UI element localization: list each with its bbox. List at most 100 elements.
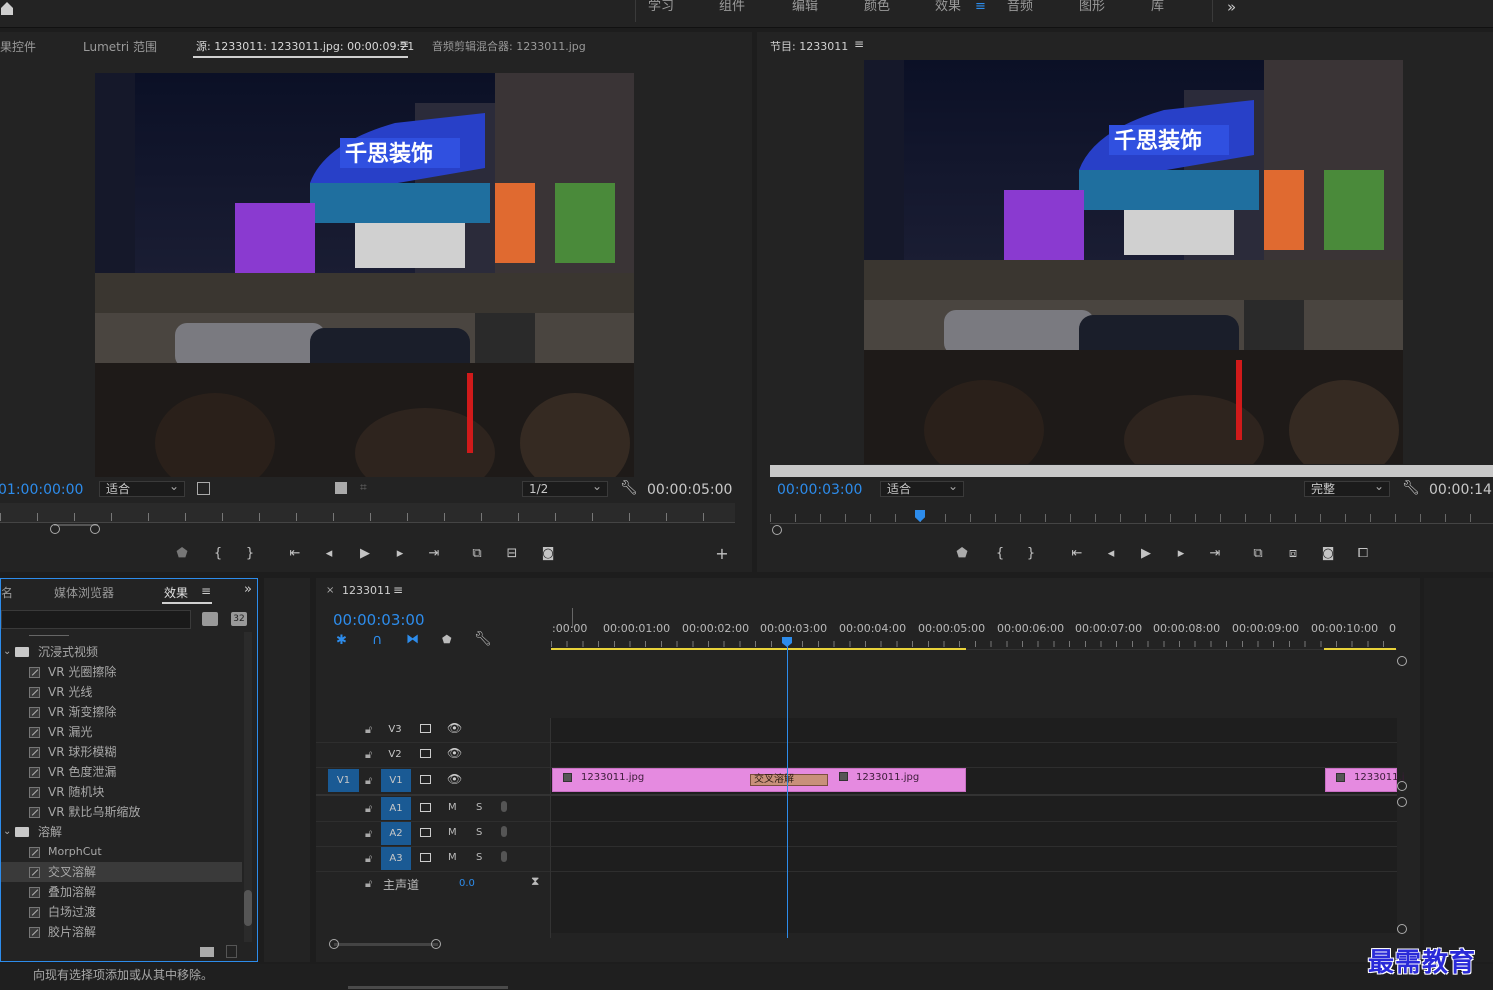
effects-search-input[interactable] [1, 610, 191, 629]
track-v3-sync-icon[interactable] [420, 724, 431, 733]
effect-item[interactable]: VR 光圈擦除 [1, 662, 242, 682]
tab-audio-clip-mixer[interactable]: 音频剪辑混合器: 1233011.jpg [432, 38, 586, 54]
track-head-a1[interactable]: A1 [381, 797, 411, 820]
track-v2-sync-icon[interactable] [420, 749, 431, 758]
timeline-hscroll-handle-right[interactable] [431, 939, 441, 949]
track-a2-solo[interactable]: S [476, 827, 482, 838]
workspace-graphics[interactable]: 图形 [1079, 0, 1105, 14]
mark-out-icon[interactable]: } [241, 546, 259, 562]
effects-scrollbar-thumb[interactable] [244, 890, 252, 926]
tab-project-name[interactable]: 名 [1, 584, 13, 601]
source-zoom-handle-right[interactable] [90, 524, 100, 534]
track-a3-mic-icon[interactable] [501, 851, 507, 862]
program-mark-out-icon[interactable]: } [1022, 546, 1040, 562]
workspace-libraries[interactable]: 库 [1151, 0, 1164, 14]
program-add-marker-icon[interactable]: ⬟ [953, 546, 971, 562]
clip-v1-3[interactable]: 1233011.j [1325, 768, 1405, 792]
effect-item[interactable]: 叠加溶解 [1, 882, 242, 902]
tab-source[interactable]: 源: 1233011: 1233011.jpg: 00:00:09:21 [196, 38, 414, 54]
sequence-tab[interactable]: 1233011 [342, 584, 391, 597]
step-back-icon[interactable]: ◂ [320, 546, 338, 562]
snap-icon[interactable]: ∩ [372, 632, 382, 648]
tab-source-menu-icon[interactable]: ≡ [399, 37, 409, 51]
accelerated-effects-icon[interactable] [202, 612, 218, 626]
play-icon[interactable]: ▶ [356, 546, 374, 562]
effect-item[interactable]: VR 漏光 [1, 722, 242, 742]
track-head-a2-lock-icon[interactable]: 🔓︎ [365, 827, 372, 841]
workspace-editing[interactable]: 编辑 [792, 0, 818, 14]
source-zoom-handle-left[interactable] [50, 524, 60, 534]
tab-effects[interactable]: 效果 [164, 584, 188, 601]
effect-item-selected[interactable]: 交叉溶解 [1, 862, 242, 882]
tab-lumetri-scopes[interactable]: Lumetri 范围 [83, 38, 157, 55]
effects-folder-dissolve[interactable]: ⌄ 溶解 [1, 822, 242, 842]
track-v1-sync-icon[interactable] [420, 775, 431, 784]
go-to-edit-icon[interactable]: ⧗ [531, 874, 539, 889]
sequence-menu-icon[interactable]: ≡ [393, 583, 403, 597]
timeline-settings-icon[interactable]: 🔧︎ [474, 631, 492, 647]
workspace-learn[interactable]: 学习 [648, 0, 674, 14]
track-a1-mute[interactable]: M [448, 802, 457, 813]
track-a3-sync-icon[interactable] [420, 853, 431, 862]
effect-item[interactable]: VR 色度泄漏 [1, 762, 242, 782]
source-wrench-icon[interactable]: 🔧︎ [620, 480, 638, 496]
track-head-v1-lock-icon[interactable]: 🔓︎ [365, 774, 372, 788]
timeline-timecode[interactable]: 00:00:03:00 [333, 611, 425, 629]
program-step-forward-icon[interactable]: ▸ [1172, 546, 1190, 562]
add-button-icon[interactable]: + [713, 546, 731, 562]
track-head-v3[interactable]: V3 [383, 718, 407, 742]
program-quality-dropdown[interactable]: 完整 [1304, 479, 1390, 497]
track-a1-sync-icon[interactable] [420, 803, 431, 812]
source-time-ruler[interactable] [0, 503, 735, 523]
timeline-hscroll-handle-left[interactable] [329, 939, 339, 949]
effect-item[interactable]: MorphCut [1, 842, 242, 862]
new-bin-icon[interactable] [200, 947, 214, 957]
program-play-icon[interactable]: ▶ [1137, 546, 1155, 562]
tab-media-browser[interactable]: 媒体浏览器 [54, 584, 114, 601]
32bit-effects-icon[interactable]: 32 [231, 612, 247, 626]
tab-effect-controls[interactable]: 效果控件 [0, 38, 36, 55]
program-mark-in-icon[interactable]: { [991, 546, 1009, 562]
close-sequence-icon[interactable]: × [326, 585, 334, 596]
workspace-assembly[interactable]: 组件 [719, 0, 745, 14]
source-timecode[interactable]: 01:00:00:00 [0, 482, 83, 498]
effects-menu-icon[interactable]: ≡ [201, 584, 211, 598]
lift-icon[interactable]: ⧉ [1249, 546, 1267, 562]
program-wrench-icon[interactable]: 🔧︎ [1402, 480, 1420, 496]
export-frame-camera-icon[interactable]: ◙ [539, 546, 557, 562]
step-forward-icon[interactable]: ▸ [391, 546, 409, 562]
master-volume-value[interactable]: 0.0 [459, 878, 475, 889]
track-a1-solo[interactable]: S [476, 802, 482, 813]
linked-selection-icon[interactable]: ⧓ [406, 632, 419, 647]
effect-item[interactable]: VR 默比乌斯缩放 [1, 802, 242, 822]
program-go-to-out-icon[interactable]: ⇥ [1206, 546, 1224, 562]
work-area-bar-end[interactable] [1324, 648, 1396, 650]
effect-item[interactable]: VR 球形模糊 [1, 742, 242, 762]
track-v2-eye-icon[interactable]: 👁︎ [447, 746, 462, 760]
program-zoom-handle[interactable] [772, 525, 782, 535]
drag-video-icon[interactable]: ⌗ [360, 480, 367, 495]
track-head-v1[interactable]: V1 [381, 769, 411, 792]
program-timecode[interactable]: 00:00:03:00 [777, 482, 862, 498]
program-time-ruler[interactable] [770, 506, 1493, 524]
track-head-a1-lock-icon[interactable]: 🔓︎ [365, 802, 372, 816]
timeline-add-marker-icon[interactable]: ⬟ [442, 633, 452, 646]
transition-cross-dissolve[interactable]: 交叉溶解 [750, 774, 828, 786]
program-go-to-in-icon[interactable]: ⇤ [1068, 546, 1086, 562]
home-icon[interactable] [0, 0, 14, 16]
add-marker-icon[interactable]: ⬟ [173, 546, 191, 562]
effect-item[interactable]: VR 光线 [1, 682, 242, 702]
track-a2-mute[interactable]: M [448, 827, 457, 838]
workspace-menu-icon[interactable]: ≡ [975, 0, 986, 14]
source-resolution-dropdown[interactable]: 1/2 [522, 479, 608, 497]
track-head-a3[interactable]: A3 [381, 847, 411, 870]
effect-item[interactable]: 胶片溶解 [1, 922, 242, 942]
track-a2-sync-icon[interactable] [420, 828, 431, 837]
program-menu-icon[interactable]: ≡ [854, 37, 864, 51]
overwrite-icon[interactable]: ⊟ [503, 546, 521, 562]
go-to-in-icon[interactable]: ⇤ [286, 546, 304, 562]
track-a2-mic-icon[interactable] [501, 826, 507, 837]
timeline-scroll-top-handle[interactable] [1397, 656, 1407, 666]
effect-item[interactable]: 白场过渡 [1, 902, 242, 922]
effect-item[interactable]: VR 渐变擦除 [1, 702, 242, 722]
